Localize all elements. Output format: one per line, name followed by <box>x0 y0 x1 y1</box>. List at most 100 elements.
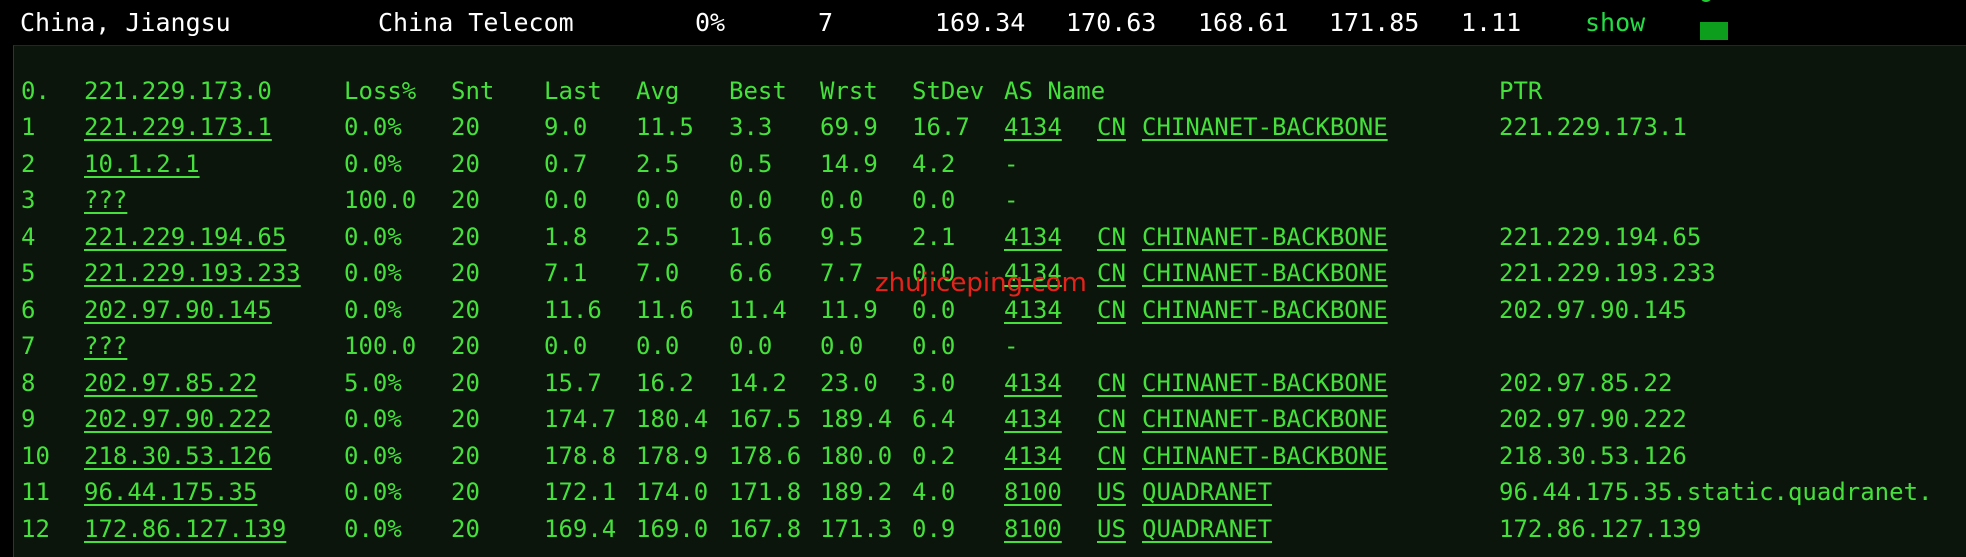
table-row: 6 202.97.90.145 0.0% 20 11.6 11.6 11.4 11.9 0.0 4… <box>14 295 1966 325</box>
cell-asn[interactable]: 8100 <box>1004 514 1062 544</box>
cell-cc[interactable]: US <box>1097 477 1126 507</box>
cell-ptr: 221.229.193.233 <box>1499 259 1716 287</box>
table-row: 12 172.86.127.139 0.0% 20 169.4 169.0 167.8 171… <box>14 514 1966 544</box>
cell-host[interactable]: ??? <box>84 331 127 361</box>
table-row: 2 10.1.2.1 0.0% 20 0.7 2.5 0.5 14.9 4.2 - <box>14 149 1966 179</box>
cell-as[interactable]: CHINANET-BACKBONE <box>1142 295 1388 325</box>
cell-host[interactable]: 221.229.193.233 <box>84 258 301 288</box>
summary-value-3: 168.61 <box>1198 8 1289 37</box>
header-best: Best <box>729 77 787 105</box>
cell-snt: 20 <box>451 186 480 214</box>
watermark: zhujiceping.com <box>875 268 1087 298</box>
cell-snt: 20 <box>451 222 480 251</box>
cell-cc[interactable]: US <box>1097 514 1126 544</box>
cell-host[interactable]: ??? <box>84 185 127 215</box>
cell-best: 1.6 <box>729 222 773 251</box>
cell-idx: 10 <box>21 441 50 470</box>
cell-host[interactable]: 10.1.2.1 <box>84 149 200 179</box>
cell-host[interactable]: 202.97.90.145 <box>84 295 272 325</box>
header-index: 0. <box>21 77 50 105</box>
cell-asn[interactable]: 4134 <box>1004 222 1062 252</box>
cell-idx: 3 <box>21 186 36 214</box>
cell-stdev: 2.1 <box>912 222 956 251</box>
cell-avg: 174.0 <box>636 478 709 506</box>
cell-last: 178.8 <box>544 441 617 470</box>
cell-snt: 20 <box>451 149 480 178</box>
cell-loss: 100.0 <box>344 186 417 214</box>
header-stdev: StDev <box>912 77 985 105</box>
cell-host[interactable]: 202.97.85.22 <box>84 368 257 398</box>
cell-as[interactable]: CHINANET-BACKBONE <box>1142 222 1388 252</box>
cell-stdev: 0.0 <box>912 332 956 360</box>
show-link[interactable]: show <box>1585 8 1645 37</box>
cell-avg: 11.5 <box>636 113 694 141</box>
cell-asn[interactable]: 4134 <box>1004 404 1062 434</box>
cell-avg: 11.6 <box>636 295 694 324</box>
cell-loss: 100.0 <box>344 332 417 360</box>
cell-asn[interactable]: 4134 <box>1004 112 1062 142</box>
summary-loss: 0% <box>695 8 726 37</box>
cell-loss: 5.0% <box>344 368 402 397</box>
cell-cc[interactable]: CN <box>1097 368 1126 398</box>
cell-wrst: 189.4 <box>820 405 893 433</box>
cell-as[interactable]: CHINANET-BACKBONE <box>1142 441 1388 471</box>
cell-cc[interactable]: CN <box>1097 112 1126 142</box>
cell-avg: 7.0 <box>636 259 680 287</box>
cell-as[interactable]: QUADRANET <box>1142 477 1272 507</box>
cell-stdev: 0.9 <box>912 514 956 543</box>
cell-best: 0.0 <box>729 186 773 214</box>
cell-snt: 20 <box>451 113 480 141</box>
cell-avg: 0.0 <box>636 186 680 214</box>
cell-as[interactable]: CHINANET-BACKBONE <box>1142 258 1388 288</box>
status-dot-icon <box>1700 0 1712 2</box>
table-row: 3??? 100.0 20 0.0 0.0 0.0 0.0 0.0 - <box>14 185 1966 215</box>
cell-asn: - <box>1004 332 1019 360</box>
cell-ptr: 221.229.194.65 <box>1499 222 1702 251</box>
cell-stdev: 0.0 <box>912 295 956 324</box>
cell-as[interactable]: QUADRANET <box>1142 514 1272 544</box>
cell-loss: 0.0% <box>344 441 402 470</box>
summary-bar: China, Jiangsu China Telecom 0% 7 169.34… <box>0 0 1966 45</box>
cell-last: 9.0 <box>544 113 588 141</box>
cell-stdev: 0.0 <box>912 186 956 214</box>
cell-cc[interactable]: CN <box>1097 295 1126 325</box>
summary-isp: China Telecom <box>378 8 574 37</box>
cell-avg: 2.5 <box>636 149 680 178</box>
cell-host[interactable]: 221.229.194.65 <box>84 222 286 252</box>
cell-cc[interactable]: CN <box>1097 222 1126 252</box>
cell-host[interactable]: 96.44.175.35 <box>84 477 257 507</box>
cell-asn[interactable]: 4134 <box>1004 368 1062 398</box>
cell-host[interactable]: 221.229.173.1 <box>84 112 272 142</box>
summary-value-1: 169.34 <box>935 8 1026 37</box>
cell-snt: 20 <box>451 441 480 470</box>
cell-host[interactable]: 202.97.90.222 <box>84 404 272 434</box>
cell-loss: 0.0% <box>344 259 402 287</box>
cell-last: 0.0 <box>544 332 588 360</box>
cell-wrst: 0.0 <box>820 186 864 214</box>
cell-wrst: 180.0 <box>820 441 893 470</box>
cell-cc[interactable]: CN <box>1097 258 1126 288</box>
cell-cc[interactable]: CN <box>1097 404 1126 434</box>
cell-asn[interactable]: 8100 <box>1004 477 1062 507</box>
header-host[interactable]: 221.229.173.0 <box>84 76 272 106</box>
cell-as[interactable]: CHINANET-BACKBONE <box>1142 404 1388 434</box>
cell-host[interactable]: 172.86.127.139 <box>84 514 286 544</box>
summary-value-4: 171.85 <box>1329 8 1420 37</box>
summary-value-2: 170.63 <box>1066 8 1157 37</box>
table-row: 11 96.44.175.35 0.0% 20 172.1 174.0 171.8 189.2… <box>14 477 1966 507</box>
cell-wrst: 171.3 <box>820 514 893 543</box>
cell-asn[interactable]: 4134 <box>1004 295 1062 325</box>
cell-as[interactable]: CHINANET-BACKBONE <box>1142 368 1388 398</box>
cell-idx: 7 <box>21 332 36 360</box>
cell-last: 15.7 <box>544 368 602 397</box>
cell-snt: 20 <box>451 514 480 543</box>
cell-wrst: 14.9 <box>820 149 878 178</box>
cell-wrst: 189.2 <box>820 478 893 506</box>
cell-asn[interactable]: 4134 <box>1004 441 1062 471</box>
cell-host[interactable]: 218.30.53.126 <box>84 441 272 471</box>
header-last: Last <box>544 77 602 105</box>
cell-cc[interactable]: CN <box>1097 441 1126 471</box>
status-block-icon <box>1700 22 1728 40</box>
cell-as[interactable]: CHINANET-BACKBONE <box>1142 112 1388 142</box>
cell-stdev: 16.7 <box>912 113 970 141</box>
